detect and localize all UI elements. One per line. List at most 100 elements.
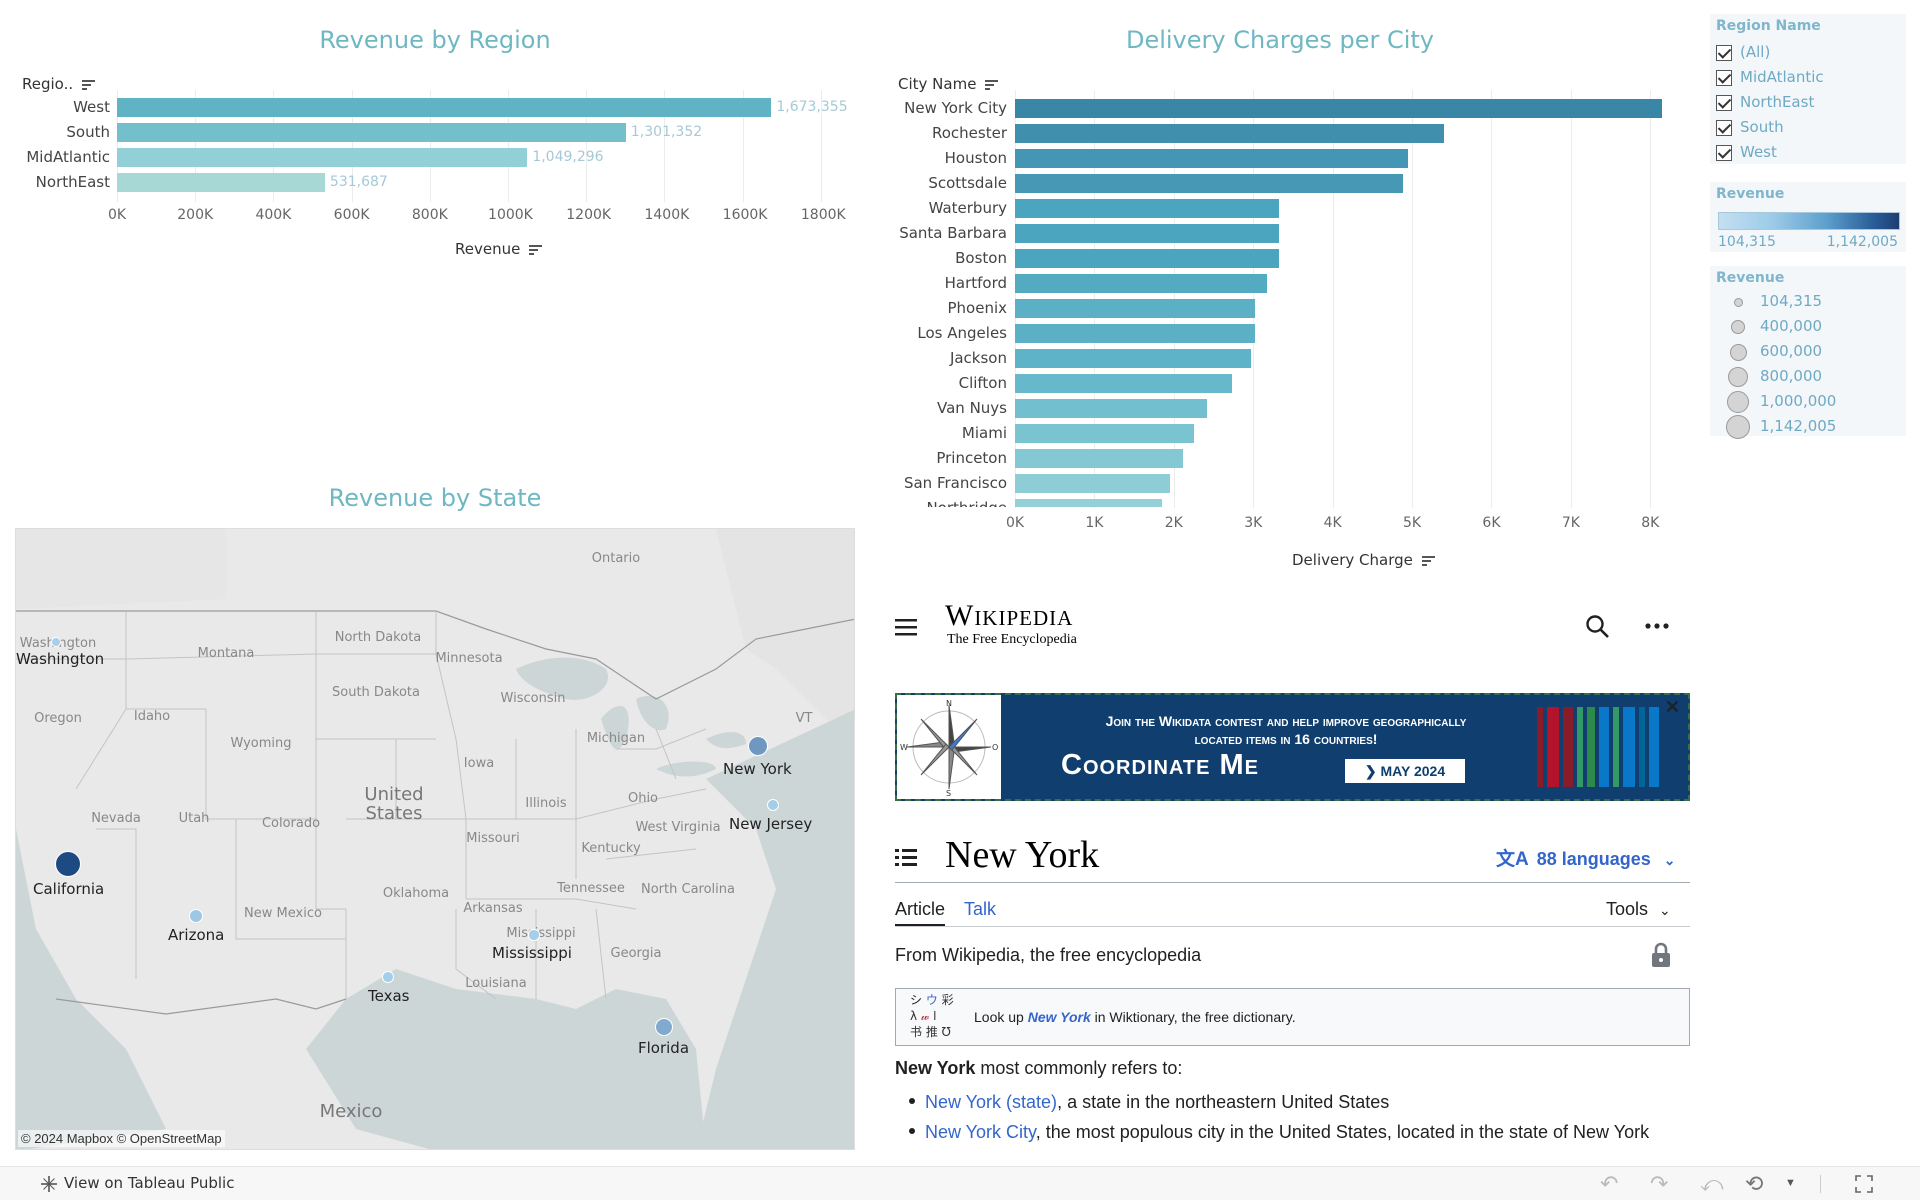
- category-label[interactable]: NorthEast: [10, 173, 110, 191]
- revert-icon[interactable]: ⤺: [1700, 1171, 1724, 1197]
- list-item-link[interactable]: New York (state): [925, 1092, 1057, 1112]
- region-filter-item[interactable]: NorthEast: [1716, 90, 1900, 115]
- view-on-tableau-button[interactable]: View on Tableau Public: [40, 1174, 234, 1193]
- banner-close-icon[interactable]: ✕: [1665, 697, 1680, 718]
- list-item-link[interactable]: New York City: [925, 1122, 1036, 1142]
- x-tick-label: 0K: [1005, 515, 1025, 531]
- category-label[interactable]: Northridge: [880, 499, 1007, 507]
- bar[interactable]: [1015, 199, 1279, 218]
- state-mark[interactable]: [528, 929, 540, 941]
- bar[interactable]: [1015, 399, 1208, 418]
- state-mark[interactable]: [188, 908, 203, 923]
- region-filter-item[interactable]: South: [1716, 115, 1900, 140]
- region-filter-item[interactable]: (All): [1716, 40, 1900, 65]
- state-mark[interactable]: [747, 735, 769, 757]
- bar[interactable]: [117, 123, 626, 142]
- x-tick-label: 1K: [1085, 515, 1104, 531]
- bar[interactable]: [1015, 299, 1255, 318]
- bar[interactable]: [1015, 374, 1232, 393]
- checkbox[interactable]: [1716, 94, 1732, 111]
- category-label[interactable]: Phoenix: [880, 299, 1007, 317]
- checkbox[interactable]: [1716, 144, 1732, 161]
- bar[interactable]: [117, 148, 528, 167]
- tools-menu[interactable]: Tools ⌄: [1606, 899, 1671, 920]
- x-tick-label: 1200K: [566, 207, 612, 223]
- bar[interactable]: [1015, 324, 1255, 343]
- category-label[interactable]: Houston: [880, 149, 1007, 167]
- tab-article[interactable]: Article: [895, 899, 945, 920]
- category-label[interactable]: MidAtlantic: [10, 148, 110, 166]
- bar[interactable]: [1015, 499, 1162, 507]
- value-label: 531,687: [329, 174, 388, 190]
- checkbox[interactable]: [1716, 44, 1732, 61]
- category-label[interactable]: South: [10, 123, 110, 141]
- category-label[interactable]: Waterbury: [880, 199, 1007, 217]
- bar[interactable]: [117, 98, 772, 117]
- category-label[interactable]: Van Nuys: [880, 399, 1007, 417]
- category-label[interactable]: Santa Barbara: [880, 224, 1007, 242]
- state-mark[interactable]: [55, 851, 81, 877]
- bar[interactable]: [1015, 124, 1444, 143]
- region-x-axis-title[interactable]: Revenue: [455, 240, 543, 258]
- geo-label: Iowa: [463, 756, 495, 771]
- undo-icon[interactable]: ↶: [1600, 1171, 1618, 1197]
- fullscreen-icon[interactable]: [1855, 1175, 1873, 1193]
- lock-icon[interactable]: [1651, 942, 1671, 968]
- state-mark[interactable]: [382, 971, 394, 983]
- svg-text:N: N: [946, 699, 952, 708]
- bar[interactable]: [1015, 349, 1251, 368]
- wikipedia-logo[interactable]: Wikipedia The Free Encyclopedia: [945, 600, 1077, 648]
- refresh-icon[interactable]: ⟲: [1745, 1171, 1763, 1197]
- sort-icon[interactable]: [81, 79, 96, 91]
- category-label[interactable]: Los Angeles: [880, 324, 1007, 342]
- language-button[interactable]: 文A 88 languages ⌄: [1496, 844, 1676, 871]
- tab-talk[interactable]: Talk: [964, 899, 996, 920]
- bar[interactable]: [1015, 174, 1403, 193]
- geo-label: Washington: [16, 636, 108, 651]
- bar[interactable]: [1015, 99, 1663, 118]
- bar[interactable]: [1015, 149, 1409, 168]
- state-mark[interactable]: [51, 637, 61, 647]
- checkbox[interactable]: [1716, 119, 1732, 136]
- category-label[interactable]: Clifton: [880, 374, 1007, 392]
- category-label[interactable]: New York City: [880, 99, 1007, 117]
- geo-label: Wisconsin: [500, 691, 566, 706]
- sort-icon[interactable]: [1421, 555, 1436, 567]
- region-filter-item[interactable]: MidAtlantic: [1716, 65, 1900, 90]
- map-attribution[interactable]: © 2024 Mapbox © OpenStreetMap: [18, 1130, 225, 1147]
- bar[interactable]: [117, 173, 325, 192]
- bar[interactable]: [1015, 224, 1279, 243]
- bar[interactable]: [1015, 274, 1267, 293]
- table-of-contents-icon[interactable]: [895, 848, 919, 868]
- category-label[interactable]: Hartford: [880, 274, 1007, 292]
- category-label[interactable]: West: [10, 98, 110, 116]
- sort-icon[interactable]: [985, 79, 999, 91]
- gridline: [1412, 90, 1414, 508]
- revenue-map[interactable]: Washington Montana North Dakota South Dakot…: [15, 528, 855, 1150]
- category-label[interactable]: Boston: [880, 249, 1007, 267]
- sort-icon[interactable]: [529, 244, 543, 256]
- category-label[interactable]: Princeton: [880, 449, 1007, 467]
- hamburger-menu-icon[interactable]: [895, 618, 919, 638]
- state-mark[interactable]: [767, 799, 779, 811]
- checkbox[interactable]: [1716, 69, 1732, 86]
- category-label[interactable]: Miami: [880, 424, 1007, 442]
- city-x-axis-title[interactable]: Delivery Charge: [1292, 551, 1436, 569]
- bar[interactable]: [1015, 449, 1184, 468]
- redo-icon[interactable]: ↷: [1650, 1171, 1668, 1197]
- wikidata-contest-banner[interactable]: N S W O Join the Wikidata contest and he…: [895, 693, 1690, 801]
- bar[interactable]: [1015, 474, 1170, 493]
- category-label[interactable]: Rochester: [880, 124, 1007, 142]
- category-label[interactable]: San Francisco: [880, 474, 1007, 492]
- search-icon[interactable]: [1585, 614, 1611, 640]
- category-label[interactable]: Jackson: [880, 349, 1007, 367]
- state-label: Mississippi: [492, 944, 572, 962]
- share-dropdown-icon[interactable]: ▼: [1785, 1177, 1796, 1189]
- banner-date-button[interactable]: ❯ MAY 2024: [1345, 759, 1465, 783]
- wiktionary-term-link[interactable]: New York: [1028, 1009, 1091, 1025]
- bar[interactable]: [1015, 424, 1194, 443]
- region-filter-item[interactable]: West: [1716, 140, 1900, 165]
- more-options-icon[interactable]: [1644, 622, 1670, 630]
- bar[interactable]: [1015, 249, 1279, 268]
- category-label[interactable]: Scottsdale: [880, 174, 1007, 192]
